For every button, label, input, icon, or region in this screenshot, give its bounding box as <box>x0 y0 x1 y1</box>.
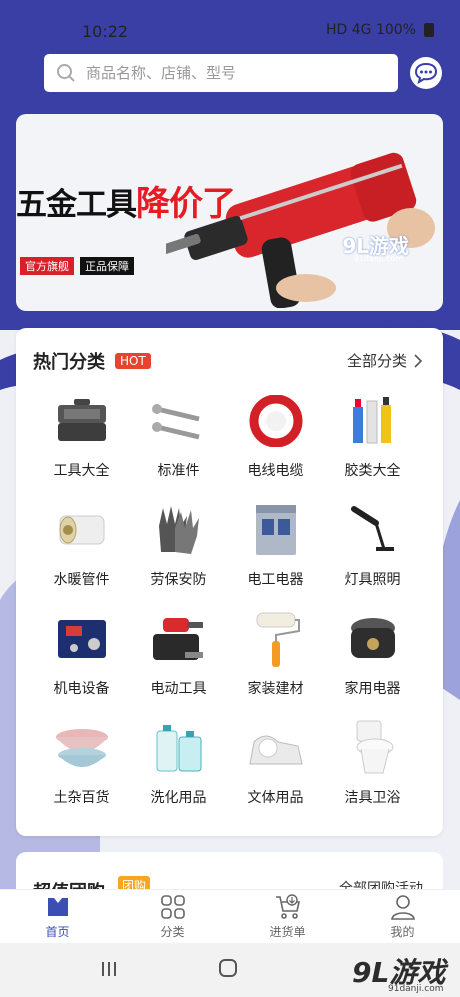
status-text: HD 4G 100% <box>326 22 416 38</box>
category-label: 劳保安防 <box>150 572 207 588</box>
category-safety[interactable]: 劳保安防 <box>133 499 224 594</box>
screwdriver-icon <box>148 608 210 670</box>
detergent-icon <box>148 717 210 779</box>
banner-tags: 官方旗舰 正品保障 <box>20 257 134 275</box>
message-button[interactable] <box>410 57 442 89</box>
hot-badge: HOT <box>115 353 151 369</box>
category-machinery[interactable]: 机电设备 <box>36 608 127 703</box>
category-building-materials[interactable]: 家装建材 <box>230 608 321 703</box>
search-input[interactable] <box>86 64 366 82</box>
breaker-icon <box>245 499 307 561</box>
category-toiletries[interactable]: 洗化用品 <box>133 717 224 812</box>
category-label: 标准件 <box>157 463 200 479</box>
rice-cooker-icon <box>342 608 404 670</box>
category-label: 电动工具 <box>150 681 207 697</box>
status-bar: 10:22 HD 4G 100% <box>0 0 460 44</box>
tab-profile[interactable]: 我的 <box>345 890 460 943</box>
banner-tag-official: 官方旗舰 <box>20 257 74 275</box>
category-label: 胶类大全 <box>344 463 401 479</box>
search-bar[interactable] <box>44 54 398 92</box>
categories-title: 热门分类 <box>33 352 105 373</box>
category-label: 洗化用品 <box>150 790 207 806</box>
chat-icon <box>414 62 438 84</box>
tab-label: 分类 <box>160 924 185 939</box>
category-label: 电工电器 <box>247 572 304 588</box>
toolbox-icon <box>51 390 113 452</box>
category-label: 灯具照明 <box>344 572 401 588</box>
banner-tag-genuine: 正品保障 <box>80 257 134 275</box>
drill-image <box>166 152 435 308</box>
recent-apps-icon[interactable] <box>100 961 118 977</box>
hot-categories-card: 热门分类 HOT 全部分类 工具大全 标准件 电线电缆 胶类大全 水暖管件 劳保… <box>16 328 443 836</box>
pipe-fitting-icon <box>51 499 113 561</box>
category-label: 水暖管件 <box>53 572 110 588</box>
promo-banner[interactable]: 五金工具降价了 官方旗舰 正品保障 9L游戏 91danji.com <box>16 114 443 311</box>
all-categories-link[interactable]: 全部分类 <box>347 350 423 371</box>
status-indicators: HD 4G 100% <box>326 22 434 38</box>
category-label: 文体用品 <box>247 790 304 806</box>
home-icon <box>47 897 68 916</box>
category-grid: 工具大全 标准件 电线电缆 胶类大全 水暖管件 劳保安防 电工电器 灯具照明 机… <box>16 390 443 812</box>
tab-label: 我的 <box>390 924 415 939</box>
watermark-url: 91danji.com <box>388 984 444 994</box>
basin-icon <box>51 717 113 779</box>
tab-label: 进货单 <box>269 924 306 939</box>
screw-icon <box>148 390 210 452</box>
home-button-icon[interactable] <box>219 959 237 977</box>
category-fasteners[interactable]: 标准件 <box>133 390 224 485</box>
category-label: 洁具卫浴 <box>344 790 401 806</box>
lamp-icon <box>342 499 404 561</box>
system-nav-bar: 9L游戏 91danji.com <box>0 943 460 997</box>
tab-home[interactable]: 首页 <box>0 890 115 943</box>
toilet-icon <box>342 717 404 779</box>
banner-watermark-url: 91danji.com <box>353 254 403 263</box>
banner-headline-prefix: 五金工具 <box>16 187 137 223</box>
category-label: 土杂百货 <box>53 790 110 806</box>
category-adhesives[interactable]: 胶类大全 <box>327 390 418 485</box>
categories-header: 热门分类 HOT <box>33 348 151 374</box>
tab-label: 首页 <box>45 924 70 939</box>
tape-dispenser-icon <box>245 717 307 779</box>
category-wires[interactable]: 电线电缆 <box>230 390 321 485</box>
grid-icon <box>160 894 185 919</box>
glove-icon <box>148 499 210 561</box>
category-label: 家装建材 <box>247 681 304 697</box>
category-sanitary[interactable]: 洁具卫浴 <box>327 717 418 812</box>
category-tools[interactable]: 工具大全 <box>36 390 127 485</box>
category-label: 电线电缆 <box>247 463 304 479</box>
category-label: 机电设备 <box>53 681 110 697</box>
chevron-right-icon <box>414 353 423 368</box>
roller-icon <box>245 608 307 670</box>
welder-icon <box>51 608 113 670</box>
category-appliances[interactable]: 家用电器 <box>327 608 418 703</box>
category-power-tools[interactable]: 电动工具 <box>133 608 224 703</box>
search-icon <box>56 63 76 83</box>
all-categories-label: 全部分类 <box>346 352 407 370</box>
category-household[interactable]: 土杂百货 <box>36 717 127 812</box>
tab-categories[interactable]: 分类 <box>115 890 230 943</box>
cable-icon <box>245 390 307 452</box>
bottom-tab-bar: 首页 分类 进货单 我的 <box>0 889 460 943</box>
category-stationery[interactable]: 文体用品 <box>230 717 321 812</box>
cart-icon <box>275 893 300 919</box>
category-electrical[interactable]: 电工电器 <box>230 499 321 594</box>
category-lighting[interactable]: 灯具照明 <box>327 499 418 594</box>
battery-icon <box>424 23 434 37</box>
tab-purchase-list[interactable]: 进货单 <box>230 890 345 943</box>
user-icon <box>390 894 415 920</box>
category-plumbing[interactable]: 水暖管件 <box>36 499 127 594</box>
category-label: 家用电器 <box>344 681 401 697</box>
category-label: 工具大全 <box>53 463 110 479</box>
glue-icon <box>342 390 404 452</box>
status-time: 10:22 <box>82 22 129 41</box>
